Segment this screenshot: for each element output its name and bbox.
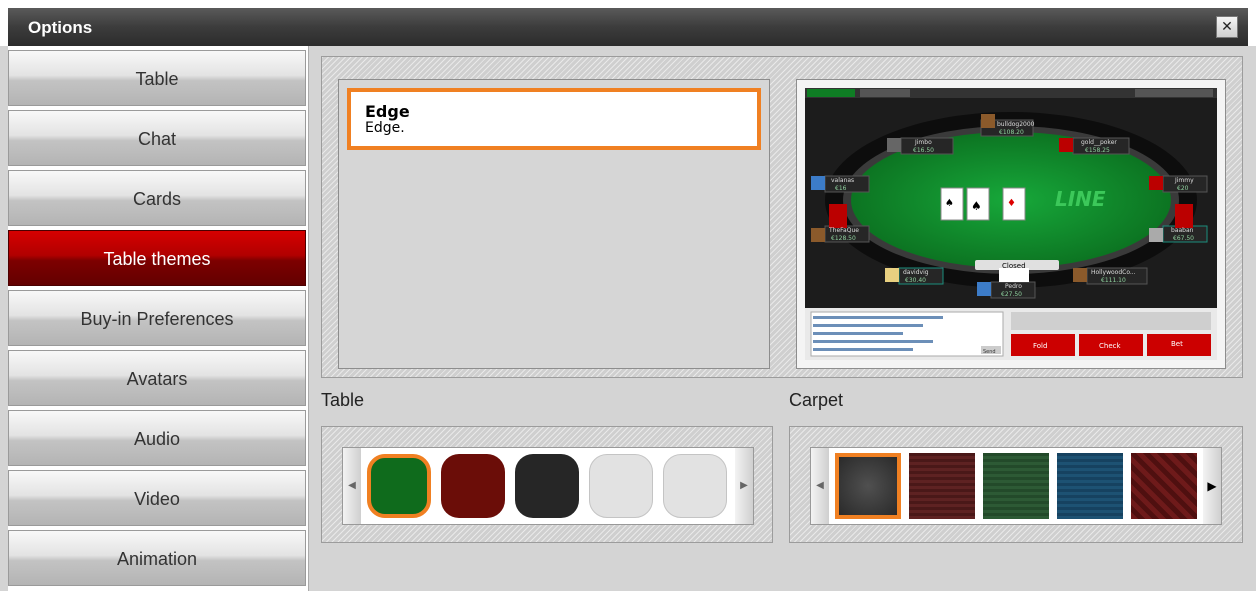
sidebar-item-video[interactable]: Video (8, 470, 306, 526)
table-swatch-carousel: ◀ ▶ (342, 447, 754, 525)
preview-seat-9: HollywoodCo... €111.10 (1073, 267, 1148, 285)
window-title: Options (28, 18, 93, 37)
preview-seat-stack: €16.50 (913, 147, 934, 154)
carpet-swatch-green-stripes[interactable] (983, 453, 1049, 519)
preview-seat-name: Pedro (1005, 283, 1022, 290)
sidebar-item-audio[interactable]: Audio (8, 410, 306, 466)
svg-text:♠: ♠ (945, 198, 954, 209)
carpet-swatch-charcoal[interactable] (835, 453, 901, 519)
sidebar-item-table-themes[interactable]: Table themes (8, 230, 306, 286)
preview-seat-stack: €20 (1177, 185, 1189, 192)
theme-item-edge[interactable]: Edge Edge. (347, 88, 761, 150)
preview-bet-label: Bet (1171, 340, 1183, 348)
preview-seat-stack: €67.50 (1173, 235, 1194, 242)
carpet-swatch-panel: ◀ ▶ (789, 426, 1243, 543)
preview-seat-2: Jimbo €16.50 (887, 137, 954, 155)
preview-send-label: Send (983, 349, 996, 355)
preview-seat-8: davidvig €30.40 (885, 267, 944, 285)
preview-seat-3: gold__poker €158.25 (1059, 137, 1130, 155)
carpet-swatch-carousel: ◀ ▶ (810, 447, 1222, 525)
sidebar-item-cards[interactable]: Cards (8, 170, 306, 226)
preview-seat-name: TheFaQue (828, 227, 859, 234)
carpet-prev-arrow[interactable]: ◀ (811, 448, 829, 524)
content-area: Edge Edge. LINE ♠ ♠ ♦ Closed bulldog2000… (308, 46, 1256, 591)
preview-seat-4: valanas €16 (811, 175, 870, 193)
sidebar-item-animation[interactable]: Animation (8, 530, 306, 586)
preview-seat-name: bulldog2000 (997, 121, 1035, 128)
preview-felt-text: LINE (1055, 187, 1106, 211)
title-bar: Options ✕ (0, 0, 1256, 46)
carpet-swatch-blue-stripes[interactable] (1057, 453, 1123, 519)
close-button[interactable]: ✕ (1216, 16, 1238, 38)
preview-fold-label: Fold (1033, 342, 1047, 350)
svg-text:♦: ♦ (1007, 198, 1016, 209)
preview-seat-name: baaban (1171, 227, 1194, 234)
carpet-swatch-red-pattern[interactable] (1131, 453, 1197, 519)
table-swatch-light-grey[interactable] (663, 454, 727, 518)
preview-seat-stack: €111.10 (1101, 277, 1126, 284)
preview-seat-name: Jimmy (1174, 177, 1194, 184)
preview-seat-stack: €128.50 (831, 235, 856, 242)
sidebar-item-buy-in-preferences[interactable]: Buy-in Preferences (8, 290, 306, 346)
preview-check-label: Check (1099, 342, 1121, 350)
sidebar-item-avatars[interactable]: Avatars (8, 350, 306, 406)
title-bar-inner: Options ✕ (8, 8, 1248, 46)
preview-seat-name: gold__poker (1081, 139, 1117, 146)
preview-seat-name: valanas (831, 177, 854, 184)
preview-seat-stack: €16 (835, 185, 847, 192)
table-swatch-dark-red[interactable] (441, 454, 505, 518)
preview-seat-5: Jimmy €20 (1149, 175, 1208, 193)
preview-seat-name: davidvig (903, 269, 929, 276)
table-section-label: Table (321, 390, 365, 410)
table-prev-arrow[interactable]: ◀ (343, 448, 361, 524)
sidebar-item-table[interactable]: Table (8, 50, 306, 106)
theme-description: Edge. (365, 120, 405, 136)
theme-preview: LINE ♠ ♠ ♦ Closed bulldog2000 €108.20 Ji… (796, 79, 1226, 369)
table-swatch-black[interactable] (515, 454, 579, 518)
theme-name: Edge (365, 102, 410, 121)
preview-seat-name: Jimbo (914, 139, 932, 146)
preview-seat-stack: €27.50 (1001, 291, 1022, 298)
carpet-next-arrow[interactable]: ▶ (1203, 448, 1221, 524)
options-window: Options ✕ Table Chat Cards Table themes … (0, 0, 1256, 591)
carpet-section-label: Carpet (789, 390, 844, 410)
sidebar-item-chat[interactable]: Chat (8, 110, 306, 166)
svg-text:♠: ♠ (971, 199, 982, 213)
theme-panel: Edge Edge. LINE ♠ ♠ ♦ Closed bulldog2000… (321, 56, 1243, 378)
table-swatch-light-grey[interactable] (589, 454, 653, 518)
preview-screenshot: LINE ♠ ♠ ♦ Closed bulldog2000 €108.20 Ji… (805, 88, 1217, 360)
theme-list: Edge Edge. (338, 79, 770, 369)
preview-seat-stack: €108.20 (999, 129, 1024, 136)
preview-seat-stack: €158.25 (1085, 147, 1110, 154)
preview-seat-stack: €30.40 (905, 277, 926, 284)
table-next-arrow[interactable]: ▶ (735, 448, 753, 524)
preview-seat-name: HollywoodCo... (1091, 269, 1136, 276)
carpet-swatch-maroon-stripes[interactable] (909, 453, 975, 519)
table-swatch-green[interactable] (367, 454, 431, 518)
poker-table-preview: LINE ♠ ♠ ♦ Closed bulldog2000 €108.20 Ji… (805, 88, 1217, 360)
options-sidebar: Table Chat Cards Table themes Buy-in Pre… (8, 46, 308, 591)
table-swatch-panel: ◀ ▶ (321, 426, 773, 543)
